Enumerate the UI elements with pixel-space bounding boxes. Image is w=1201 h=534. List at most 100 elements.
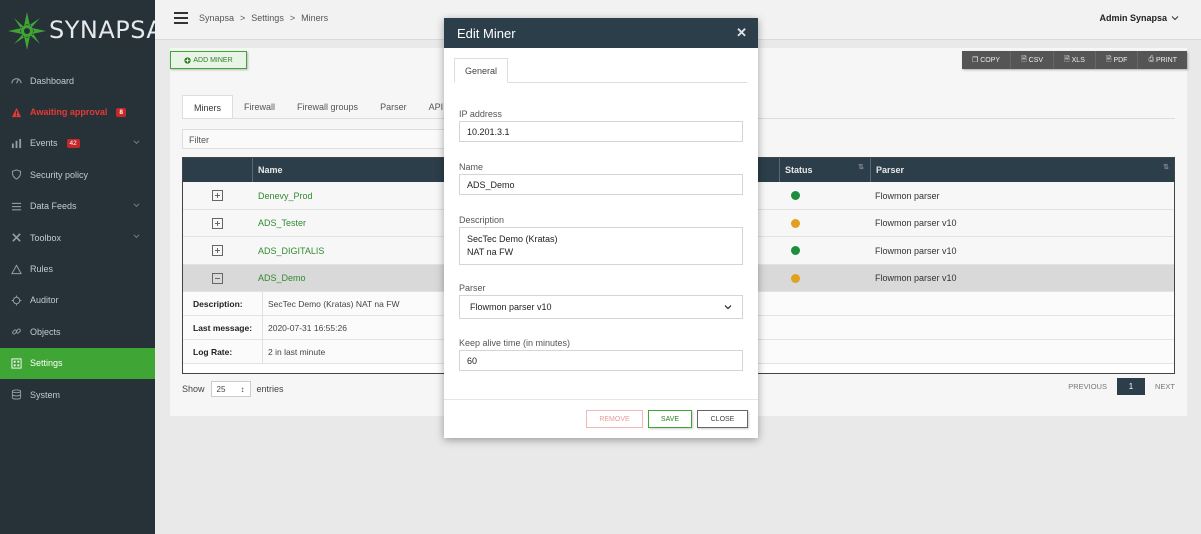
sidebar-item-toolbox[interactable]: Toolbox [0,222,155,253]
name-input[interactable]: ADS_Demo [459,174,743,195]
auditor-icon [11,295,22,306]
column-header-label: Parser [876,165,905,175]
logo[interactable]: SYNAPSA [0,0,163,66]
miner-name[interactable]: ADS_Demo [258,265,306,292]
ip-address-input[interactable]: 10.201.3.1 [459,121,743,142]
parser-selected-value: Flowmon parser v10 [470,302,552,312]
previous-button[interactable]: PREVIOUS [1068,382,1107,391]
tools-icon [11,232,22,243]
print-button[interactable]: ⎙ PRINT [1138,51,1187,69]
next-button[interactable]: NEXT [1155,382,1175,391]
pdf-button[interactable]: 🗎 PDF [1096,51,1139,69]
sidebar-item-settings[interactable]: Settings [0,347,155,379]
objects-icon [11,326,22,337]
tab-miners[interactable]: Miners [182,95,234,119]
status-cell [791,265,800,292]
dialog-footer-divider [444,399,758,400]
miner-name[interactable]: ADS_Tester [258,210,306,237]
events-icon [11,138,22,149]
status-cell [791,237,800,264]
status-dot [791,218,800,228]
sidebar-item-events[interactable]: Events 42 [0,128,155,159]
sidebar-item-label: Data Feeds [30,201,77,212]
close-button[interactable]: CLOSE [697,410,748,428]
description-line: SecTec Demo (Kratas) [467,234,558,244]
detail-divider [262,340,263,365]
filter-input[interactable]: Filter [182,129,452,149]
list-icon [11,201,22,212]
column-header-parser[interactable]: Parser ⇅ [870,158,1175,182]
close-icon[interactable]: ✕ [736,25,747,41]
tab-parser[interactable]: Parser [369,95,418,119]
remove-button[interactable]: REMOVE [586,410,643,428]
copy-icon: ❐ [972,57,981,64]
entries-label: entries [256,384,284,394]
miner-name[interactable]: Denevy_Prod [258,182,313,209]
tab-general[interactable]: General [454,58,509,83]
select-arrows-icon: ↕ [240,384,245,394]
synapsa-logo-icon [8,12,46,50]
tab-firewall[interactable]: Firewall [233,95,286,119]
description-textarea[interactable]: SecTec Demo (Kratas) NAT na FW [459,227,743,265]
copy-button[interactable]: ❐ COPY [962,51,1012,69]
miner-name[interactable]: ADS_DIGITALIS [258,237,324,264]
detail-label: Description: [193,299,243,310]
print-icon: ⎙ [1148,56,1156,63]
xls-label: XLS [1071,56,1085,64]
sidebar-item-dashboard[interactable]: Dashboard [0,65,155,96]
logo-text: SYNAPSA [49,16,164,44]
file-icon: 🗎 [1021,55,1029,63]
sidebar-item-security-policy[interactable]: Security policy [0,159,155,190]
sidebar-item-label: Security policy [30,169,89,180]
edit-miner-dialog: Edit Miner ✕ General IP address 10.201.3… [444,18,758,438]
breadcrumb-item-miners: Miners [301,13,329,23]
status-dot [791,246,800,256]
menu-icon[interactable] [174,12,188,24]
collapse-icon[interactable] [212,272,223,284]
tab-firewall-groups[interactable]: Firewall groups [286,95,369,119]
export-buttons: ❐ COPY 🗎 CSV 🗎 XLS 🗎 PDF ⎙ PRINT [962,51,1187,69]
breadcrumb-item-settings[interactable]: Settings [251,13,284,23]
page-size-select[interactable]: 25 ↕ [210,381,251,397]
dialog-tabs: General [454,58,747,83]
sidebar-item-label: Settings [30,358,63,369]
keep-alive-input[interactable]: 60 [459,350,743,371]
column-header-label: Status [785,165,813,175]
sidebar-item-awaiting-approval[interactable]: Awaiting approval 8 [0,96,155,127]
parser-cell: Flowmon parser v10 [875,218,957,229]
save-button[interactable]: SAVE [648,410,692,428]
page-button-current[interactable]: 1 [1116,378,1145,395]
sidebar-item-label: Auditor [30,295,59,306]
sidebar-item-label: Dashboard [30,75,75,86]
show-label: Show [182,384,205,394]
user-menu[interactable]: Admin Synapsa [1099,13,1179,23]
expand-icon[interactable] [212,245,223,257]
add-miner-label: ADD MINER [193,56,233,64]
parser-select[interactable]: Flowmon parser v10 [459,295,743,319]
expand-icon[interactable] [212,190,223,201]
sidebar-item-data-feeds[interactable]: Data Feeds [0,191,155,222]
csv-button[interactable]: 🗎 CSV [1011,51,1055,69]
xls-button[interactable]: 🗎 XLS [1054,51,1096,69]
sidebar-item-rules[interactable]: Rules [0,253,155,284]
column-header-status[interactable]: Status ⇅ [779,158,870,182]
detail-label: Log Rate: [193,347,233,358]
events-badge: 42 [66,138,80,148]
detail-value: SecTec Demo (Kratas) NAT na FW [268,299,400,310]
add-miner-button[interactable]: ADD MINER [170,51,247,69]
chevron-down-icon [133,234,140,238]
sidebar-item-objects[interactable]: Objects [0,316,155,347]
sidebar-item-system[interactable]: System [0,379,155,410]
expand-icon[interactable] [212,217,223,229]
plus-circle-icon [184,56,192,64]
breadcrumb: Synapsa > Settings > Miners [199,13,328,23]
sidebar-item-label: Events [30,138,58,149]
parser-cell: Flowmon parser v10 [875,245,957,256]
sort-icon: ⇅ [858,164,864,171]
print-label: PRINT [1156,56,1177,64]
shield-icon [11,169,22,181]
sidebar: SYNAPSA Dashboard Awaiting approval 8 Ev… [0,0,163,534]
user-name: Admin Synapsa [1099,13,1167,23]
sidebar-item-auditor[interactable]: Auditor [0,285,155,316]
breadcrumb-item-synapsa[interactable]: Synapsa [199,13,234,23]
